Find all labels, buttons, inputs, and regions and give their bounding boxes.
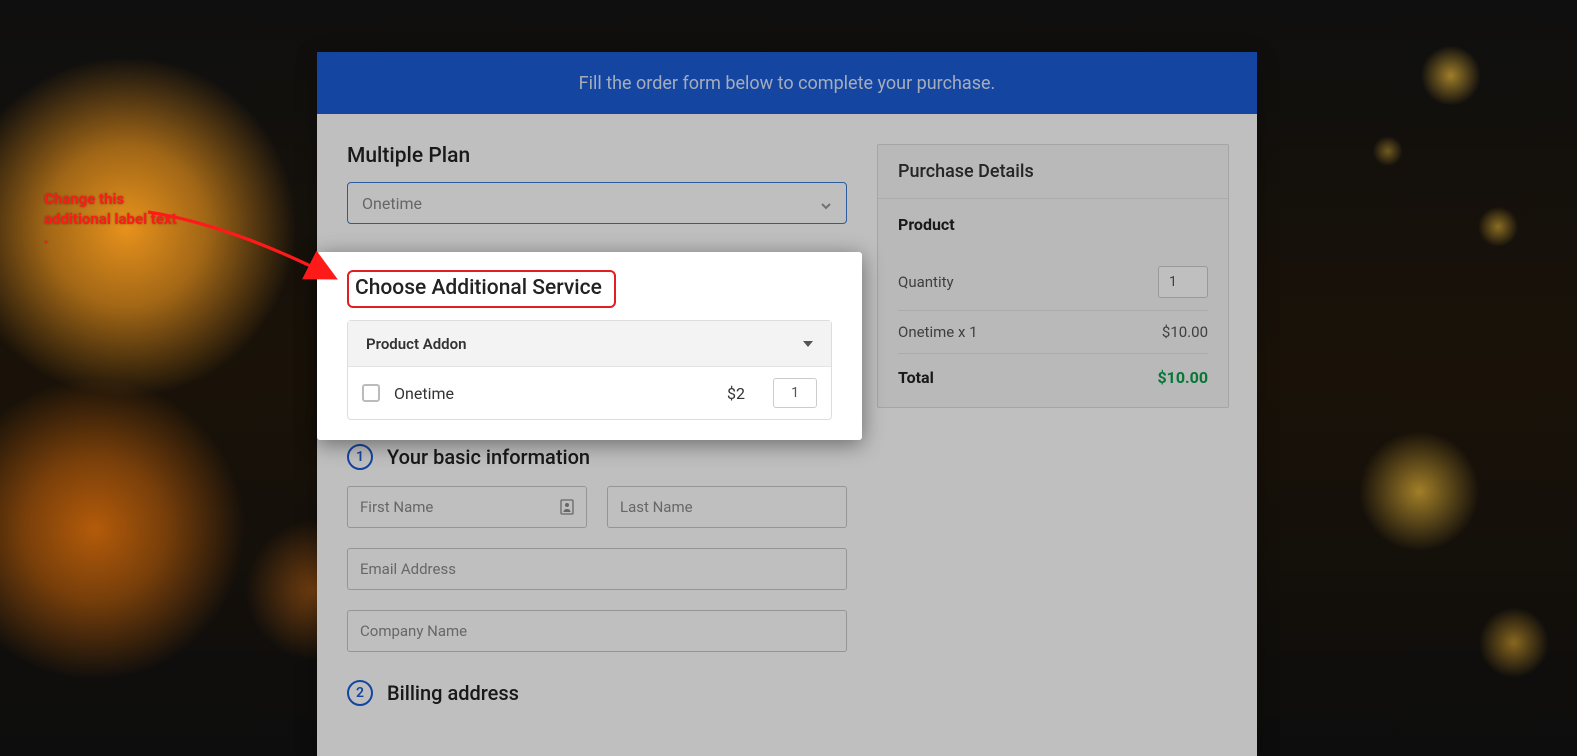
addon-name: Onetime — [394, 384, 713, 403]
addon-panel-header[interactable]: Product Addon — [348, 321, 831, 367]
plan-select[interactable]: Onetime — [347, 182, 847, 224]
addon-price: $2 — [727, 384, 745, 403]
caret-down-icon — [803, 341, 813, 347]
quantity-value: 1 — [1169, 274, 1177, 290]
step-2-title: Billing address — [387, 681, 519, 705]
addon-panel: Product Addon Onetime $2 1 — [347, 320, 832, 420]
quantity-label: Quantity — [898, 273, 954, 291]
company-input[interactable]: Company Name — [347, 610, 847, 652]
step-1-number: 1 — [347, 444, 373, 470]
purchase-header: Purchase Details — [878, 145, 1228, 199]
line-item-price: $10.00 — [1162, 323, 1208, 341]
step-2-number: 2 — [347, 680, 373, 706]
purchase-details-panel: Purchase Details Product Quantity 1 Onet… — [877, 144, 1229, 408]
addon-qty-input[interactable]: 1 — [773, 378, 817, 408]
first-name-input[interactable]: First Name — [347, 486, 587, 528]
line-item-row: Onetime x 1 $10.00 — [898, 311, 1208, 354]
total-label: Total — [898, 368, 934, 387]
quantity-line: Quantity 1 — [898, 254, 1208, 311]
last-name-input[interactable]: Last Name — [607, 486, 847, 528]
plan-select-value: Onetime — [362, 194, 422, 213]
additional-service-title-highlight: Choose Additional Service — [347, 270, 616, 308]
banner: Fill the order form below to complete yo… — [317, 52, 1257, 114]
annotation-text: Change this additional label text . — [44, 190, 184, 249]
first-name-placeholder: First Name — [360, 498, 433, 516]
company-placeholder: Company Name — [360, 622, 467, 640]
addon-panel-header-text: Product Addon — [366, 335, 466, 353]
addon-qty-value: 1 — [791, 385, 799, 401]
chevron-down-icon — [820, 197, 832, 209]
banner-text: Fill the order form below to complete yo… — [579, 73, 996, 94]
plan-label: Multiple Plan — [347, 144, 847, 168]
contact-card-icon — [560, 499, 574, 515]
additional-service-title: Choose Additional Service — [355, 276, 602, 300]
addon-row: Onetime $2 1 — [348, 367, 831, 419]
last-name-placeholder: Last Name — [620, 498, 693, 516]
total-row: Total $10.00 — [898, 354, 1208, 387]
additional-service-spotlight: Choose Additional Service Product Addon … — [317, 252, 862, 440]
step-1-header: 1 Your basic information — [347, 444, 847, 470]
line-item-text: Onetime x 1 — [898, 323, 978, 341]
email-placeholder: Email Address — [360, 560, 456, 578]
product-label: Product — [898, 215, 1208, 234]
email-input[interactable]: Email Address — [347, 548, 847, 590]
right-column: Purchase Details Product Quantity 1 Onet… — [877, 114, 1257, 722]
step-1-title: Your basic information — [387, 445, 590, 469]
addon-checkbox[interactable] — [362, 384, 380, 402]
quantity-input[interactable]: 1 — [1158, 266, 1208, 298]
total-value: $10.00 — [1157, 368, 1208, 387]
step-2-header: 2 Billing address — [347, 680, 847, 706]
